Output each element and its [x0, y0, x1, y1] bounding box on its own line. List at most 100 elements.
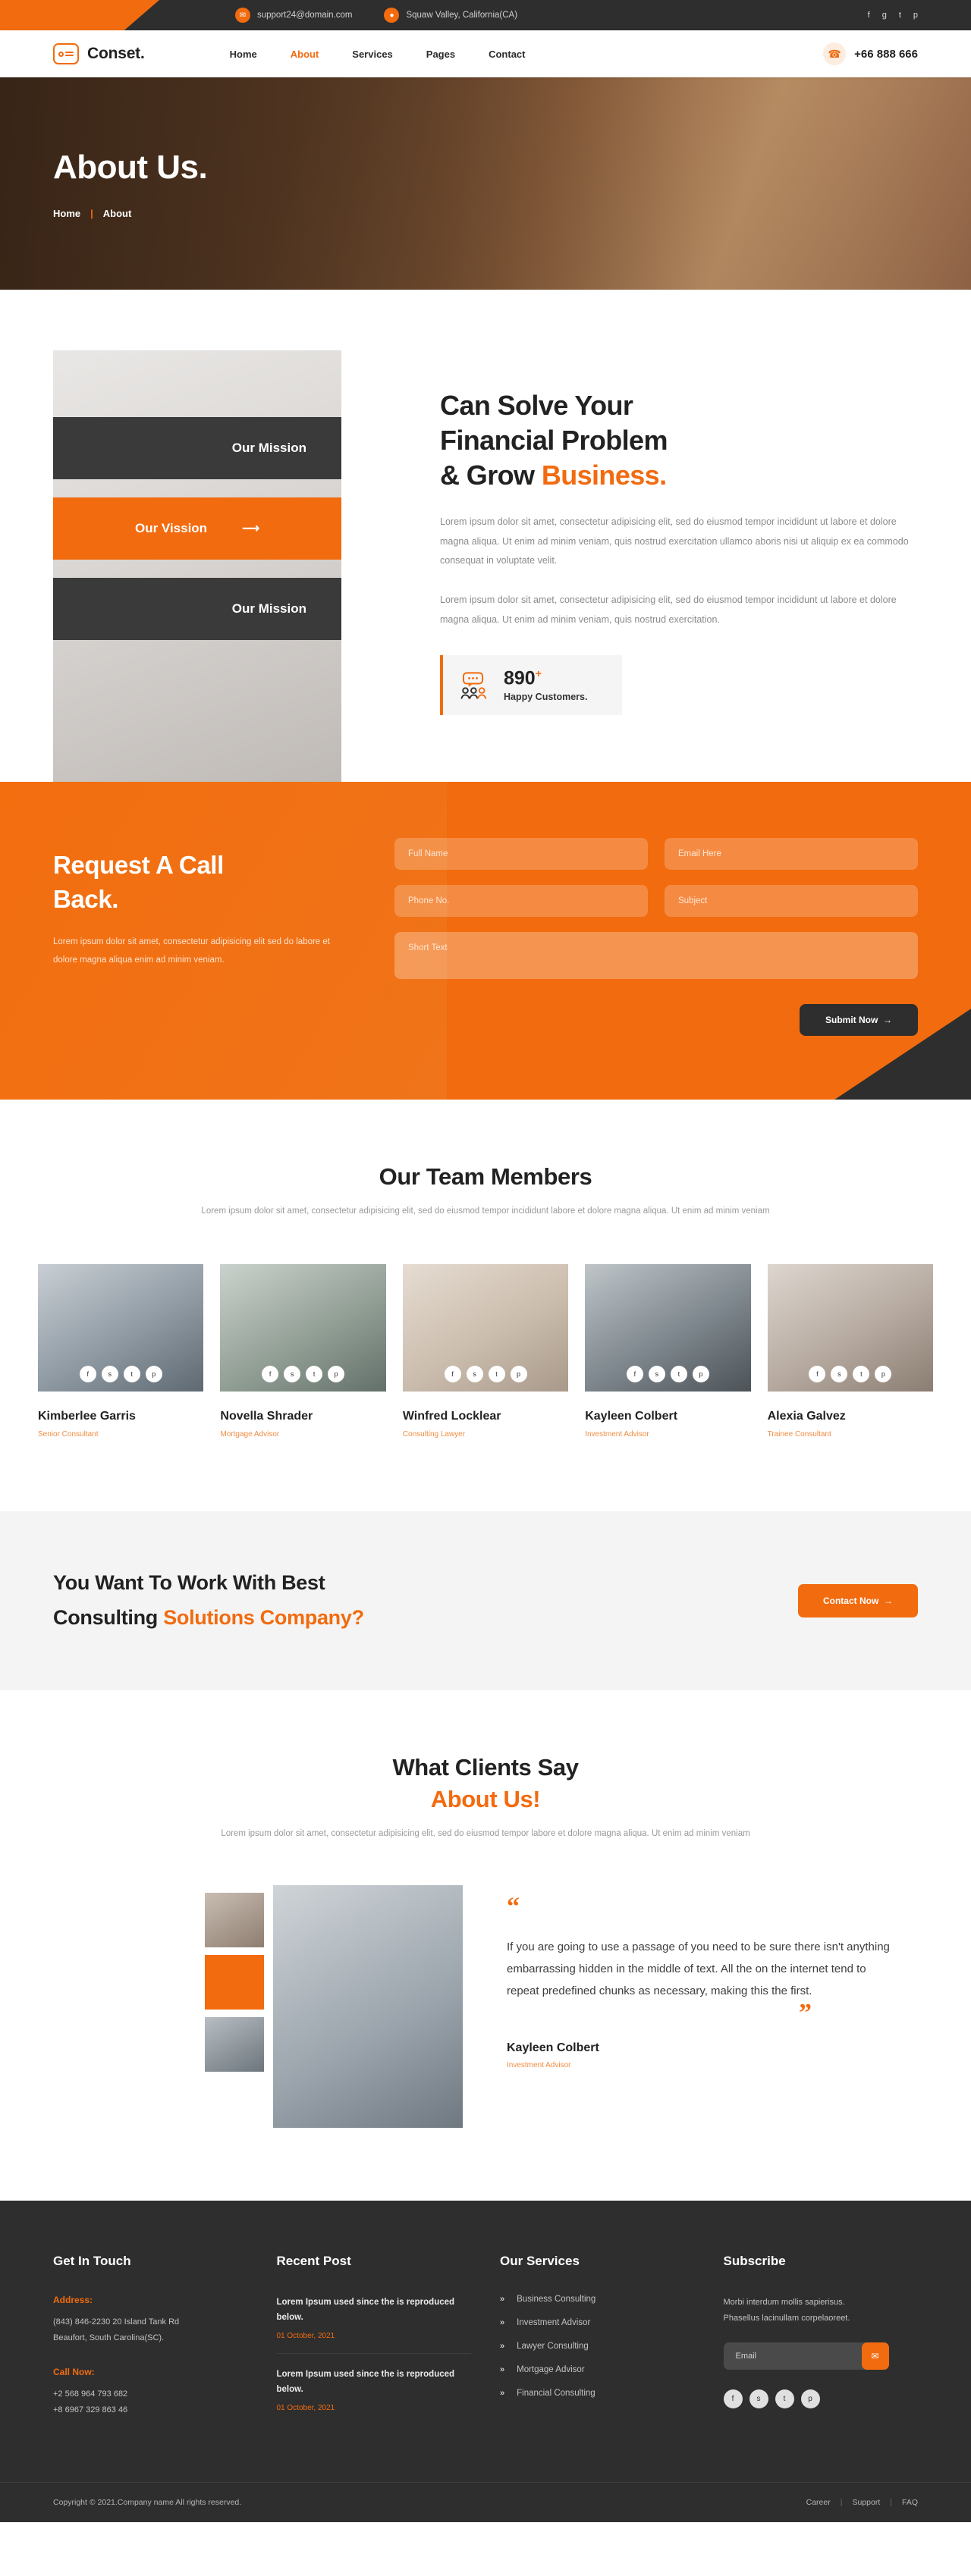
mission-heading-line2: Financial Problem: [440, 425, 668, 457]
facebook-icon[interactable]: f: [444, 1366, 461, 1383]
facebook-icon[interactable]: f: [723, 2389, 743, 2408]
footer-call-label: Call Now:: [53, 2366, 95, 2377]
footer-phone-2[interactable]: +8 6967 329 863 46: [53, 2402, 248, 2418]
facebook-icon[interactable]: f: [868, 11, 870, 20]
pinterest-icon[interactable]: p: [510, 1366, 527, 1383]
skype-icon[interactable]: s: [648, 1366, 665, 1383]
mission-tab-our-vission[interactable]: Our Vission ⟶: [53, 497, 341, 560]
twitter-icon[interactable]: t: [488, 1366, 505, 1383]
twitter-icon[interactable]: t: [853, 1366, 870, 1383]
footer-phone-1[interactable]: +2 568 964 793 682: [53, 2386, 248, 2402]
team-member-name: Kimberlee Garris: [38, 1410, 136, 1423]
testimonial-thumbnail[interactable]: [205, 1892, 264, 1947]
fullname-input[interactable]: [394, 838, 648, 871]
pinterest-icon[interactable]: p: [875, 1366, 892, 1383]
pinterest-icon[interactable]: p: [800, 2389, 820, 2408]
footer-service-label: Lawyer Consulting: [517, 2341, 589, 2351]
brand-name: Conset.: [87, 45, 145, 62]
breadcrumb-home[interactable]: Home: [53, 208, 80, 219]
team-member-role: Trainee Consultant: [767, 1430, 831, 1439]
footer-copyright-bar: Copyright © 2021.Company name All rights…: [0, 2482, 971, 2522]
footer-link-career[interactable]: Career: [806, 2498, 831, 2507]
facebook-icon[interactable]: f: [79, 1366, 96, 1383]
skype-icon[interactable]: s: [101, 1366, 118, 1383]
topbar-socials: f g t p: [868, 11, 918, 20]
footer-subscribe: Subscribe Morbi interdum mollis sapieris…: [723, 2254, 919, 2439]
customers-chat-icon: [460, 672, 487, 699]
skype-icon[interactable]: s: [284, 1366, 301, 1383]
twitter-icon[interactable]: t: [306, 1366, 323, 1383]
team-member-role: Consulting Lawyer: [402, 1430, 466, 1439]
chevron-right-icon: »: [500, 2294, 505, 2304]
facebook-icon[interactable]: f: [262, 1366, 279, 1383]
mission-tab-our-mission-2[interactable]: Our Mission: [53, 578, 341, 640]
skype-icon[interactable]: s: [466, 1366, 483, 1383]
nav-item-pages[interactable]: Pages: [426, 49, 455, 60]
nav-item-home[interactable]: Home: [230, 49, 257, 60]
team-social-row: f s t p: [403, 1366, 568, 1383]
nav-item-contact[interactable]: Contact: [489, 49, 525, 60]
topbar-location: ● Squaw Valley, California(CA): [384, 8, 517, 23]
callback-paragraph: Lorem ipsum dolor sit amet, consectetur …: [53, 937, 330, 965]
twitter-icon[interactable]: t: [775, 2389, 794, 2408]
google-icon[interactable]: g: [882, 11, 887, 20]
nav-item-services[interactable]: Services: [352, 49, 393, 60]
testimonial-section: What Clients Say About Us! Lorem ipsum d…: [0, 1690, 971, 2201]
facebook-icon[interactable]: f: [626, 1366, 643, 1383]
nav-phone[interactable]: ☎ +66 888 666: [823, 42, 918, 65]
footer-link-faq[interactable]: FAQ: [902, 2498, 918, 2507]
team-member-name: Novella Shrader: [220, 1410, 313, 1423]
email-input[interactable]: [665, 838, 918, 871]
submit-now-button[interactable]: Submit Now →: [800, 1004, 918, 1037]
footer-post-item[interactable]: Lorem Ipsum used since the is reproduced…: [276, 2295, 471, 2355]
team-subtitle: Lorem ipsum dolor sit amet, consectetur …: [201, 1206, 770, 1216]
team-member-card: f s t p Kimberlee Garris Senior Consulta…: [38, 1264, 204, 1439]
twitter-icon[interactable]: t: [670, 1366, 687, 1383]
footer-post-text: Lorem Ipsum used since the is reproduced…: [276, 2370, 455, 2395]
short-text-textarea[interactable]: [394, 932, 918, 980]
footer-service-link[interactable]: » Lawyer Consulting: [500, 2342, 695, 2351]
footer-service-link[interactable]: » Mortgage Advisor: [500, 2365, 695, 2374]
pinterest-icon[interactable]: p: [328, 1366, 345, 1383]
footer-service-link[interactable]: » Business Consulting: [500, 2295, 695, 2304]
callback-text-column: Request A Call Back. Lorem ipsum dolor s…: [53, 838, 357, 1036]
nav-item-about[interactable]: About: [291, 49, 319, 60]
topbar-email-text: support24@domain.com: [257, 11, 353, 20]
testimonial-thumbnail-list: [205, 1885, 264, 2128]
cta-heading: You Want To Work With Best Consulting So…: [53, 1566, 364, 1636]
footer-service-link[interactable]: » Financial Consulting: [500, 2389, 695, 2398]
footer-link-support[interactable]: Support: [852, 2498, 880, 2507]
footer-address-line1: (843) 846-2230 20 Island Tank Rd: [53, 2317, 180, 2327]
conset-logo-icon: [53, 43, 79, 64]
stat-number: 890+: [504, 668, 587, 689]
phone-input[interactable]: [394, 885, 648, 918]
skype-icon[interactable]: s: [749, 2389, 768, 2408]
footer-service-label: Investment Advisor: [517, 2317, 591, 2327]
request-callback-section: Request A Call Back. Lorem ipsum dolor s…: [0, 782, 971, 1100]
team-member-photo: f s t p: [402, 1264, 569, 1392]
team-social-row: f s t p: [220, 1366, 385, 1383]
subscribe-submit-button[interactable]: ✉: [861, 2342, 889, 2370]
footer-service-link[interactable]: » Investment Advisor: [500, 2318, 695, 2327]
contact-now-button[interactable]: Contact Now →: [797, 1584, 918, 1618]
testimonial-thumbnail[interactable]: [205, 2016, 264, 2072]
twitter-icon[interactable]: t: [123, 1366, 140, 1383]
subject-input[interactable]: [665, 885, 918, 918]
footer-subscribe-text-1: Morbi interdum mollis sapierisus.: [723, 2297, 845, 2307]
testimonial-thumbnail-active[interactable]: [205, 1954, 264, 2010]
page-title: About Us.: [53, 148, 208, 186]
twitter-icon[interactable]: t: [899, 11, 901, 20]
topbar-email[interactable]: ✉ support24@domain.com: [235, 8, 352, 23]
pinterest-icon[interactable]: p: [145, 1366, 162, 1383]
pinterest-icon[interactable]: p: [692, 1366, 709, 1383]
footer-bottom-links: Career | Support | FAQ: [806, 2498, 918, 2507]
facebook-icon[interactable]: f: [809, 1366, 826, 1383]
pinterest-icon[interactable]: p: [913, 11, 918, 20]
skype-icon[interactable]: s: [831, 1366, 848, 1383]
brand-logo-link[interactable]: Conset.: [53, 43, 145, 64]
envelope-icon: ✉: [871, 2350, 879, 2361]
cta-line1: You Want To Work With Best: [53, 1571, 325, 1595]
testimonial-quote-text: If you are going to use a passage of you…: [507, 1940, 890, 1998]
mission-tab-our-mission-1[interactable]: Our Mission: [53, 417, 341, 479]
footer-post-item[interactable]: Lorem Ipsum used since the is reproduced…: [277, 2367, 472, 2425]
